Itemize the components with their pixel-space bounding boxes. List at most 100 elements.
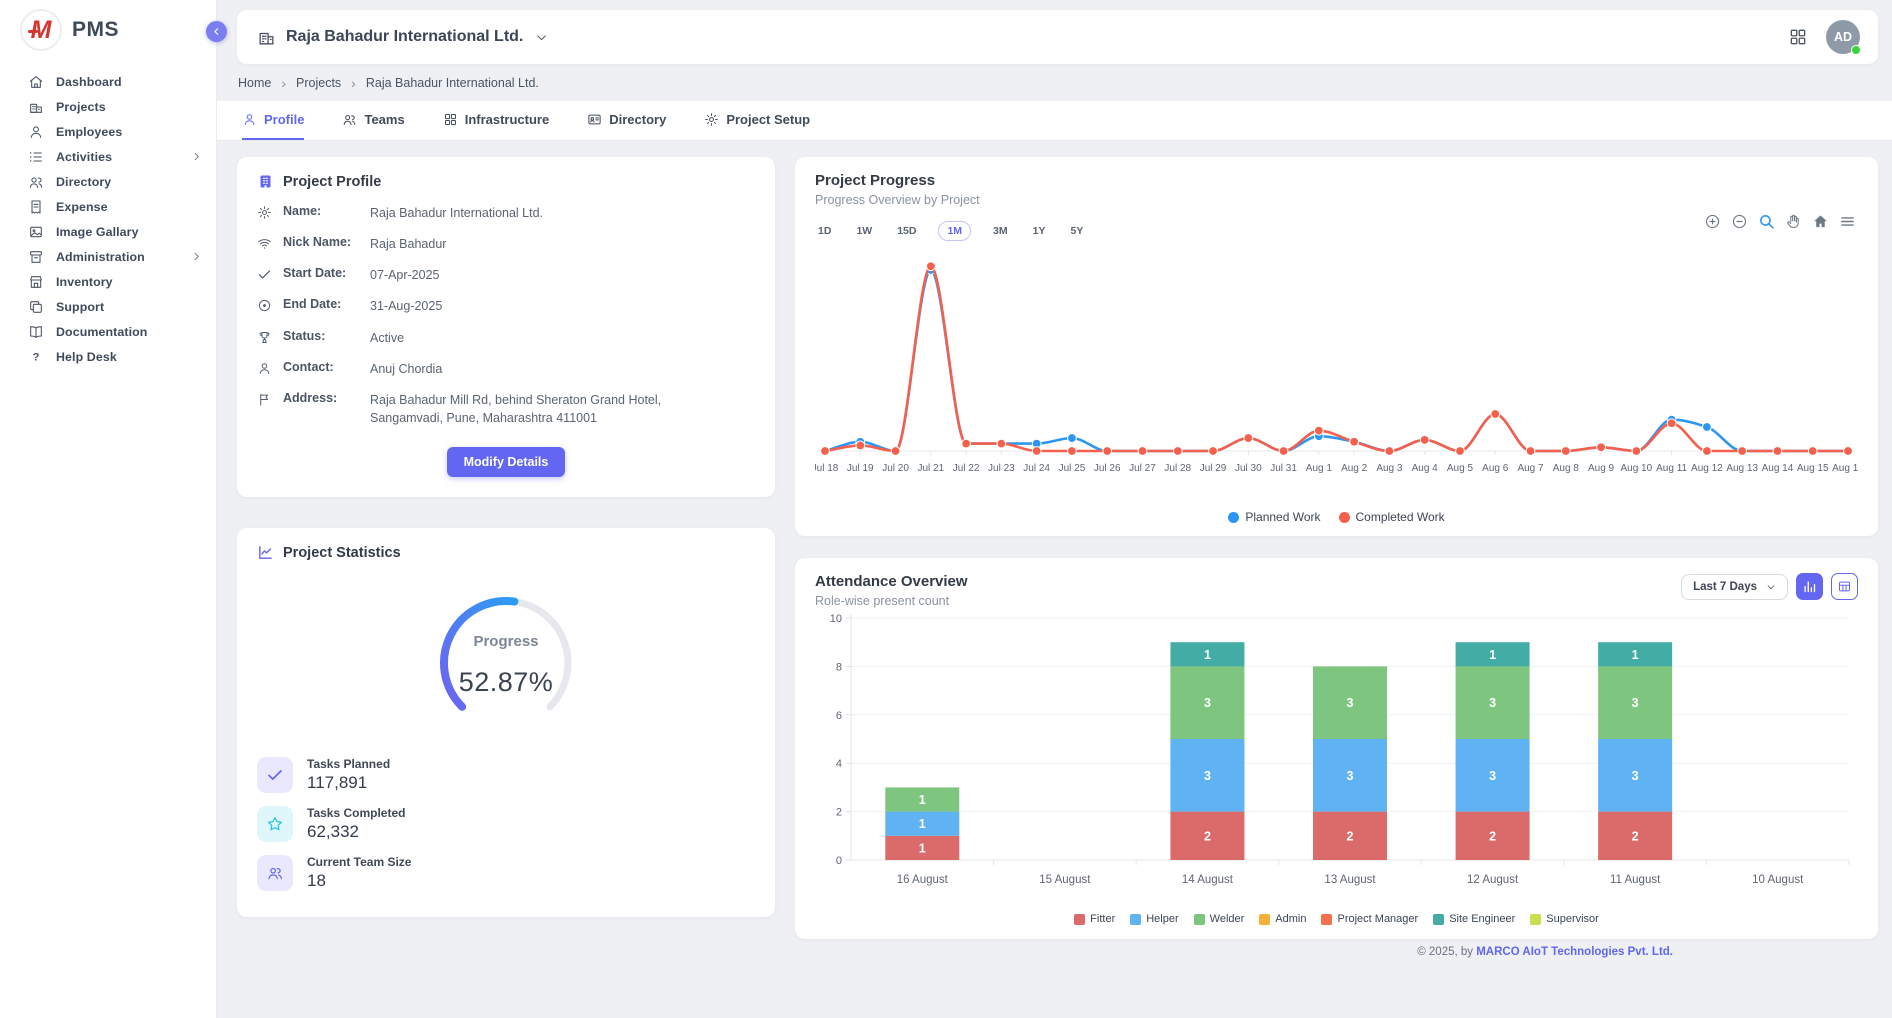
home-reset-icon[interactable] [1812,213,1829,230]
sidebar-item-projects[interactable]: Projects [0,94,216,119]
tab-bar: Profile Teams Infrastructure Directory Proje… [217,101,1892,141]
selection-zoom-icon[interactable] [1758,213,1775,230]
flag-icon [257,392,272,407]
profile-field-status-: Status:Active [257,329,755,347]
svg-text:3: 3 [1347,696,1354,710]
stat-tasks-planned: Tasks Planned117,891 [257,757,755,793]
legend-fitter[interactable]: Fitter [1074,913,1115,925]
sidebar-item-image-gallary[interactable]: Image Gallary [0,219,216,244]
range-select-value: Last 7 Days [1693,581,1757,593]
range-15d[interactable]: 15D [894,221,919,241]
person-icon [242,112,257,127]
legend-welder[interactable]: Welder [1194,913,1245,925]
legend-supervisor[interactable]: Supervisor [1530,913,1599,925]
sidebar-item-label: Dashboard [56,75,122,89]
legend-marker [1130,914,1141,925]
svg-text:3: 3 [1204,696,1211,710]
svg-text:Aug 12: Aug 12 [1691,463,1723,474]
stat-label: Current Team Size [307,855,411,869]
zoom-out-icon[interactable] [1731,213,1748,230]
svg-text:2: 2 [1204,829,1211,843]
svg-text:Jul 27: Jul 27 [1129,463,1156,474]
sidebar-item-activities[interactable]: Activities [0,144,216,169]
range-1d[interactable]: 1D [815,221,834,241]
menu-icon[interactable] [1839,213,1856,230]
breadcrumb-home[interactable]: Home [238,76,271,90]
sidebar-item-employees[interactable]: Employees [0,119,216,144]
sidebar-item-documentation[interactable]: Documentation [0,319,216,344]
project-progress-chart: Jul 18Jul 19Jul 20Jul 21Jul 22Jul 23Jul … [815,241,1858,503]
svg-text:2: 2 [1632,829,1639,843]
sidebar-collapse-button[interactable] [206,21,227,42]
footer-company-link[interactable]: MARCO AIoT Technologies Pvt. Ltd. [1476,946,1673,958]
project-statistics-card: Project Statistics Progress 52.87% Tasks… [237,528,775,917]
svg-text:Aug 3: Aug 3 [1376,463,1403,474]
sidebar-item-dashboard[interactable]: Dashboard [0,69,216,94]
legend-planned-work[interactable]: Planned Work [1228,510,1320,524]
pan-icon[interactable] [1785,213,1802,230]
user-avatar[interactable]: AD [1826,20,1860,54]
svg-text:6: 6 [836,710,842,722]
sidebar-item-help-desk[interactable]: ?Help Desk [0,344,216,369]
legend-marker [1259,914,1270,925]
sidebar-item-directory[interactable]: Directory [0,169,216,194]
project-profile-card: Project Profile Name:Raja Bahadur Intern… [237,157,775,497]
star-icon [257,806,293,842]
modify-details-button[interactable]: Modify Details [447,447,566,477]
chevron-down-icon [1766,582,1776,592]
tab-teams[interactable]: Teams [342,101,404,140]
attendance-card-subtitle: Role-wise present count [815,594,968,608]
breadcrumb-separator: › [281,75,286,90]
svg-text:Aug 15: Aug 15 [1797,463,1829,474]
attendance-range-select[interactable]: Last 7 Days [1681,574,1788,600]
image-icon [28,224,44,240]
statistics-card-title: Project Statistics [283,545,401,561]
time-range-buttons: 1D 1W 15D 1M 3M 1Y 5Y [815,221,1858,241]
zoom-in-icon[interactable] [1704,213,1721,230]
range-1w[interactable]: 1W [853,221,875,241]
legend-admin[interactable]: Admin [1259,913,1306,925]
tab-project-setup[interactable]: Project Setup [704,101,810,140]
field-value: Anuj Chordia [370,360,442,378]
copyright-footer: © 2025, by MARCO AIoT Technologies Pvt. … [795,939,1878,958]
table-view-toggle[interactable] [1831,573,1858,600]
field-value: 31-Aug-2025 [370,297,442,315]
tab-label: Teams [364,112,404,127]
sidebar-item-support[interactable]: Support [0,294,216,319]
legend-project-manager[interactable]: Project Manager [1321,913,1418,925]
legend-completed-work[interactable]: Completed Work [1339,510,1445,524]
profile-field-name-: Name:Raja Bahadur International Ltd. [257,204,755,222]
tab-directory[interactable]: Directory [587,101,666,140]
legend-label: Site Engineer [1449,913,1515,925]
range-3m[interactable]: 3M [990,221,1011,241]
svg-text:Jul 30: Jul 30 [1235,463,1262,474]
tab-label: Profile [264,112,304,127]
tab-infrastructure[interactable]: Infrastructure [443,101,550,140]
company-selector[interactable]: Raja Bahadur International Ltd. [257,28,548,47]
legend-site-engineer[interactable]: Site Engineer [1433,913,1515,925]
range-1m[interactable]: 1M [938,221,971,241]
legend-helper[interactable]: Helper [1130,913,1178,925]
apps-grid-icon[interactable] [1788,27,1808,47]
home-icon [28,74,44,90]
sidebar-item-inventory[interactable]: Inventory [0,269,216,294]
sidebar-item-expense[interactable]: Expense [0,194,216,219]
bar-view-toggle[interactable] [1796,573,1823,600]
svg-text:Aug 7: Aug 7 [1517,463,1544,474]
sidebar-item-administration[interactable]: Administration [0,244,216,269]
tab-profile[interactable]: Profile [242,101,304,140]
breadcrumb-projects[interactable]: Projects [296,76,341,90]
profile-field-address-: Address:Raja Bahadur Mill Rd, behind She… [257,391,755,427]
stat-value: 117,891 [307,773,390,793]
range-1y[interactable]: 1Y [1030,221,1049,241]
range-5y[interactable]: 5Y [1067,221,1086,241]
svg-text:15 August: 15 August [1039,874,1091,886]
svg-text:Jul 19: Jul 19 [847,463,874,474]
gear-icon [704,112,719,127]
sidebar-item-label: Administration [56,250,145,264]
svg-text:3: 3 [1632,769,1639,783]
field-label: Start Date: [283,266,359,280]
progress-card-subtitle: Progress Overview by Project [815,193,1858,207]
legend-label: Completed Work [1356,510,1445,524]
svg-text:Jul 18: Jul 18 [815,463,839,474]
